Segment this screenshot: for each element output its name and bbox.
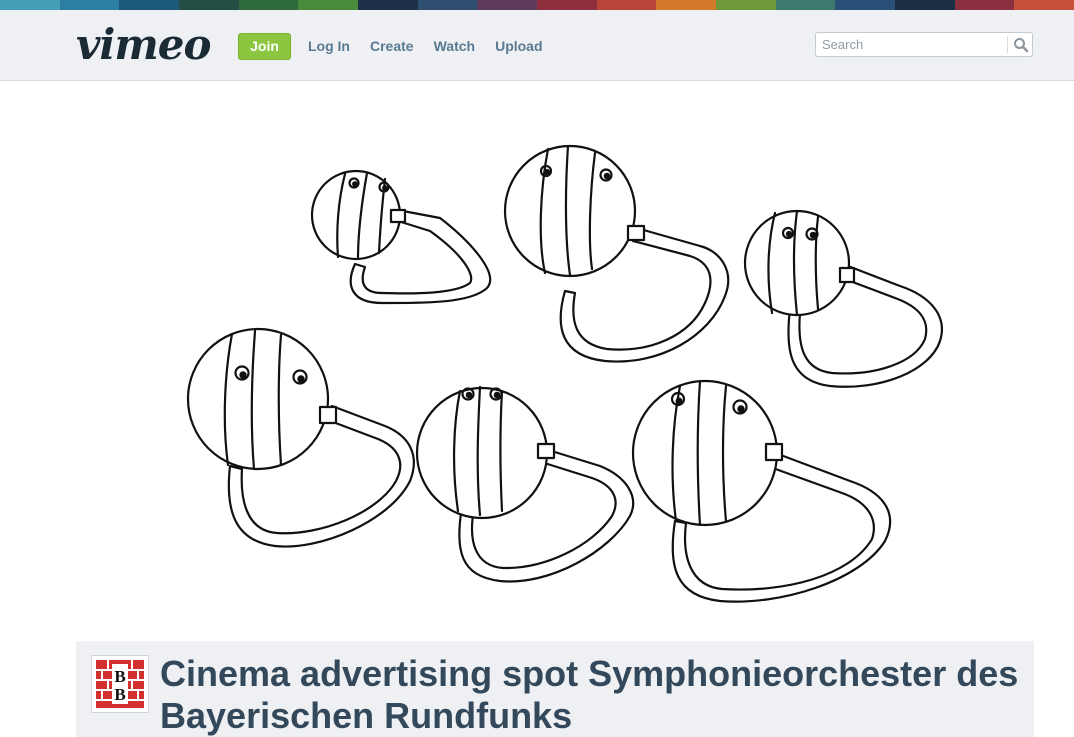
color-strip-segment <box>775 0 836 10</box>
search-box <box>815 32 1033 57</box>
nav-login-link[interactable]: Log In <box>308 38 350 54</box>
channel-avatar[interactable]: B B <box>91 655 149 713</box>
search-icon[interactable] <box>1012 36 1030 54</box>
nav-create-link[interactable]: Create <box>370 38 414 54</box>
main-nav: Log In Create Watch Upload <box>308 38 563 54</box>
color-strip-segment <box>477 0 538 10</box>
svg-text:B: B <box>114 685 125 704</box>
site-header: vimeo Join Log In Create Watch Upload <box>0 10 1074 81</box>
nav-upload-link[interactable]: Upload <box>495 38 542 54</box>
color-strip-segment <box>119 0 180 10</box>
color-strip-segment <box>0 0 60 10</box>
clip-title-bar: B B Cinema advertising spot Symphonieorc… <box>76 641 1034 737</box>
color-strip-segment <box>835 0 896 10</box>
striped-creature <box>310 169 492 305</box>
color-strip-segment <box>1014 0 1074 10</box>
color-strip-segment <box>537 0 597 10</box>
color-strip-segment <box>238 0 299 10</box>
color-strip-segment <box>59 0 120 10</box>
color-strip-segment <box>358 0 418 10</box>
clip-title: Cinema advertising spot Symphonieorchest… <box>160 653 1019 736</box>
nav-watch-link[interactable]: Watch <box>434 38 475 54</box>
vimeo-logo[interactable]: vimeo <box>76 20 212 70</box>
striped-creature <box>743 209 943 388</box>
video-player[interactable] <box>0 81 1074 641</box>
svg-text:B: B <box>114 667 125 686</box>
striped-creature <box>631 379 892 603</box>
search-divider <box>1007 36 1008 53</box>
color-strip-segment <box>596 0 657 10</box>
color-strip-segment <box>895 0 955 10</box>
color-strip-segment <box>716 0 776 10</box>
color-strip-segment <box>954 0 1015 10</box>
br-logo-icon: B B <box>96 660 144 708</box>
striped-creature <box>415 385 635 583</box>
striped-creature <box>503 144 730 363</box>
video-frame-illustration <box>186 144 943 603</box>
striped-creature <box>186 327 415 548</box>
search-input[interactable] <box>822 35 1004 54</box>
join-button[interactable]: Join <box>238 33 291 60</box>
color-strip-segment <box>298 0 359 10</box>
color-strip <box>0 0 1074 10</box>
color-strip-segment <box>179 0 239 10</box>
color-strip-segment <box>417 0 478 10</box>
color-strip-segment <box>656 0 717 10</box>
